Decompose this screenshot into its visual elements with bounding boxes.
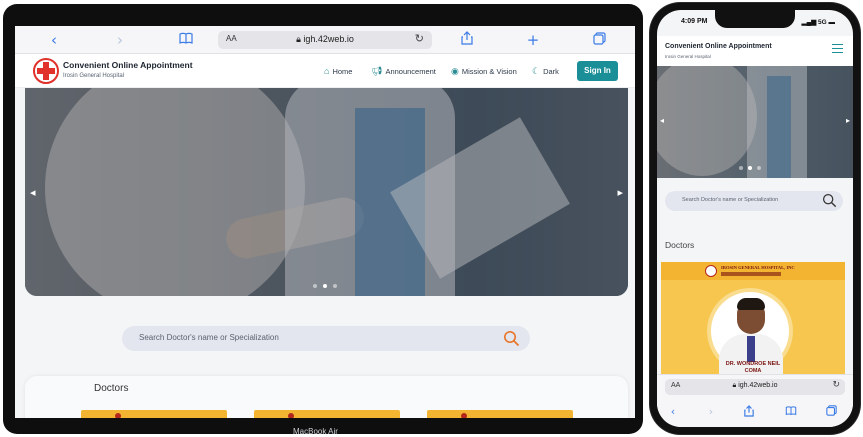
reload-icon[interactable]: ↻ [832,380,840,390]
carousel-dot[interactable] [757,166,761,170]
search-placeholder: Search Doctor's name or Specialization [682,197,779,203]
plus-icon[interactable]: + [524,31,542,49]
lock-icon: 🔒︎ [296,34,301,44]
book-icon[interactable] [783,405,799,419]
signal-icon: ▂▄▆ [801,19,817,26]
brand-subtitle: Irosin General Hospital [63,73,125,79]
share-icon[interactable] [741,405,757,419]
chevron-left-icon[interactable]: ‹ [665,405,681,419]
nav-home[interactable]: ⌂ Home [324,66,352,76]
carousel-next-icon[interactable]: ▸ [617,186,623,199]
sign-in-button[interactable]: Sign In [577,61,618,81]
doctor-card[interactable] [427,410,573,418]
megaphone-icon: 📢︎ [371,66,383,76]
carousel-next-icon[interactable]: ▸ [846,116,850,125]
laptop-frame: ‹ › AA 🔒︎ igh.42web.io ↻ + Convenient On… [3,4,643,436]
nav-dark-mode[interactable]: ☾ Dark [532,66,559,77]
doctor-photo-tie [747,336,755,362]
hero-overlay [657,66,853,178]
doctor-photo-hair [737,298,765,310]
hero-carousel: ◂ ▸ [25,88,628,296]
showcase-stage: ‹ › AA 🔒︎ igh.42web.io ↻ + Convenient On… [0,0,863,437]
card-tagline [721,272,781,276]
mobile-browser-toolbar: AA 🔒︎ igh.42web.io ↻ ‹ › [657,374,853,427]
book-icon[interactable] [177,31,195,49]
status-indicators: ▂▄▆ 5G ▬ [801,19,836,26]
tabs-icon[interactable] [823,405,839,419]
reload-icon[interactable]: ↻ [415,32,424,45]
doctors-heading: Doctors [665,240,695,250]
chevron-right-icon[interactable]: › [703,405,719,419]
doctor-card[interactable] [254,410,400,418]
carousel-dot[interactable] [748,166,752,170]
doctor-name: DR. WONDROE NEIL [725,361,781,367]
moon-icon: ☾ [532,66,541,76]
brand-title: Convenient Online Appointment [63,60,193,70]
card-hospital-name: IROSIN GENERAL HOSPITAL, INC [721,265,795,270]
doctors-section: Doctors [25,376,628,418]
hamburger-menu-icon[interactable] [832,44,843,53]
carousel-dot[interactable] [333,284,337,288]
laptop-screen: ‹ › AA 🔒︎ igh.42web.io ↻ + Convenient On… [15,26,635,418]
address-bar[interactable]: AA 🔒︎ igh.42web.io ↻ [218,31,432,49]
site-navbar: Convenient Online Appointment Irosin Gen… [15,54,635,88]
doctor-card[interactable]: IROSIN GENERAL HOSPITAL, INC DR. WONDROE… [661,262,845,382]
carousel-prev-icon[interactable]: ◂ [30,186,36,199]
brand-title: Convenient Online Appointment [665,43,772,50]
url-text: 🔒︎ igh.42web.io [732,382,778,389]
hero-overlay [25,88,628,296]
home-icon: ⌂ [324,66,330,76]
carousel-indicators [313,284,337,288]
share-icon[interactable] [458,31,476,49]
chevron-right-icon[interactable]: › [111,31,129,49]
mobile-navbar: Convenient Online Appointment Irosin Gen… [657,36,853,66]
brand-subtitle: Irosin General Hospital [665,54,711,59]
carousel-dot[interactable] [313,284,317,288]
search-placeholder: Search Doctor's name or Specialization [139,333,279,342]
hospital-logo [705,265,717,277]
hero-carousel: ◂ ▸ [657,66,853,178]
device-label: MacBook Air [293,427,338,436]
browser-toolbar: ‹ › AA 🔒︎ igh.42web.io ↻ + [15,26,635,54]
address-bar[interactable]: AA 🔒︎ igh.42web.io ↻ [665,379,845,395]
nav-mission-vision[interactable]: ◉ Mission & Vision [451,66,517,77]
doctor-search-input[interactable]: Search Doctor's name or Specialization [665,191,843,211]
doctor-card[interactable] [81,410,227,418]
lock-icon: 🔒︎ [732,382,737,389]
search-icon[interactable] [822,193,837,208]
eye-icon: ◉ [451,66,459,76]
search-icon[interactable] [503,330,520,347]
chevron-left-icon[interactable]: ‹ [45,31,63,49]
phone-frame: 4:09 PM ▂▄▆ 5G ▬ Convenient Online Appoi… [650,3,860,434]
doctor-search-input[interactable]: Search Doctor's name or Specialization [122,326,530,351]
carousel-indicators [739,166,761,170]
url-text: 🔒︎ igh.42web.io [296,34,354,44]
phone-notch [715,10,795,28]
battery-icon: ▬ [828,19,836,26]
carousel-dot[interactable] [739,166,743,170]
tabs-icon[interactable] [590,31,608,49]
hospital-logo [33,58,59,84]
phone-screen: 4:09 PM ▂▄▆ 5G ▬ Convenient Online Appoi… [657,10,853,427]
carousel-dot[interactable] [323,284,327,288]
nav-announcement[interactable]: 📢︎ Announcement [371,66,436,77]
carousel-prev-icon[interactable]: ◂ [660,116,664,125]
status-time: 4:09 PM [681,18,708,25]
doctors-heading: Doctors [94,383,129,394]
